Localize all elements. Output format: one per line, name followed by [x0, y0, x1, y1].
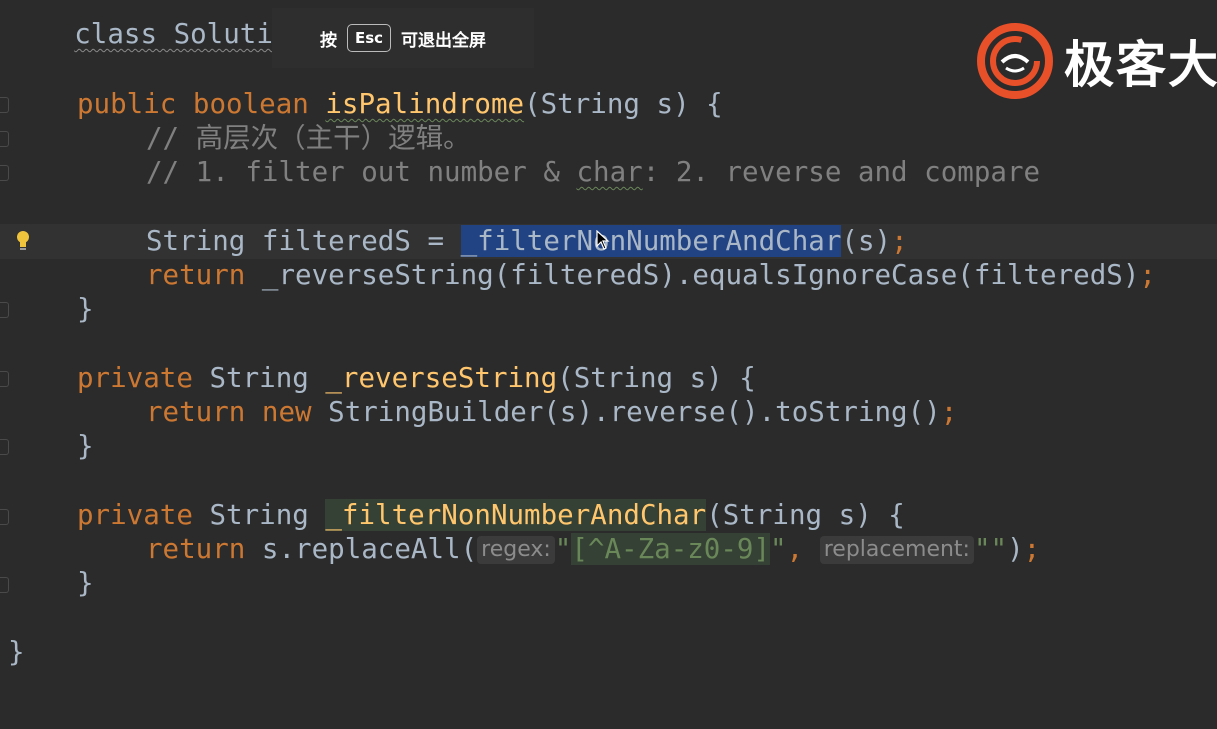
fold-marker[interactable] — [0, 509, 9, 525]
method-name[interactable]: _reverseString — [325, 362, 557, 394]
code-line: private String _reverseString(String s) … — [77, 362, 756, 394]
code-line: } — [77, 293, 94, 325]
code-line: private String _filterNonNumberAndChar(S… — [77, 499, 905, 531]
method-name[interactable]: _filterNonNumberAndChar — [325, 499, 707, 531]
code-line: public boolean isPalindrome(String s) { — [77, 88, 723, 120]
regex-literal: [^A-Za-z0-9] — [571, 533, 771, 565]
code-line: return _reverseString(filteredS).equalsI… — [146, 259, 1156, 291]
param-hint-regex: regex: — [477, 536, 555, 564]
logo-icon — [977, 23, 1053, 99]
fold-marker[interactable] — [0, 165, 9, 181]
comment-line: // 1. filter out number & char: 2. rever… — [146, 156, 1041, 188]
fold-marker[interactable] — [0, 439, 9, 455]
fold-marker[interactable] — [0, 577, 9, 593]
fold-marker[interactable] — [0, 97, 9, 113]
fullscreen-toast: 按 Esc 可退出全屏 — [272, 8, 534, 68]
param-hint-replacement: replacement: — [819, 536, 974, 564]
code-line: return s.replaceAll(regex: "[^A-Za-z0-9]"… — [146, 533, 1041, 565]
code-line: return new StringBuilder(s).reverse().to… — [146, 396, 958, 428]
code-line: } — [8, 636, 25, 668]
mouse-cursor-icon — [596, 230, 610, 250]
code-editor[interactable]: class Solution { public boolean isPalind… — [0, 0, 1217, 729]
logo-text: 极客大 — [1064, 36, 1217, 94]
lightbulb-icon[interactable] — [14, 229, 32, 253]
fold-marker[interactable] — [0, 371, 9, 387]
code-line: } — [77, 567, 94, 599]
method-name[interactable]: isPalindrome — [325, 88, 524, 120]
code-line: String filteredS = _filterNonNumberAndCh… — [146, 225, 908, 257]
code-line: } — [77, 430, 94, 462]
esc-key[interactable]: Esc — [346, 24, 392, 52]
brand-logo: 极客大 — [976, 22, 1217, 100]
fold-marker[interactable] — [0, 131, 9, 147]
selected-text[interactable]: _filterNonNumberAndChar — [460, 225, 842, 257]
fold-marker[interactable] — [0, 302, 9, 318]
comment-line: // 高层次（主干）逻辑。 — [146, 122, 471, 154]
